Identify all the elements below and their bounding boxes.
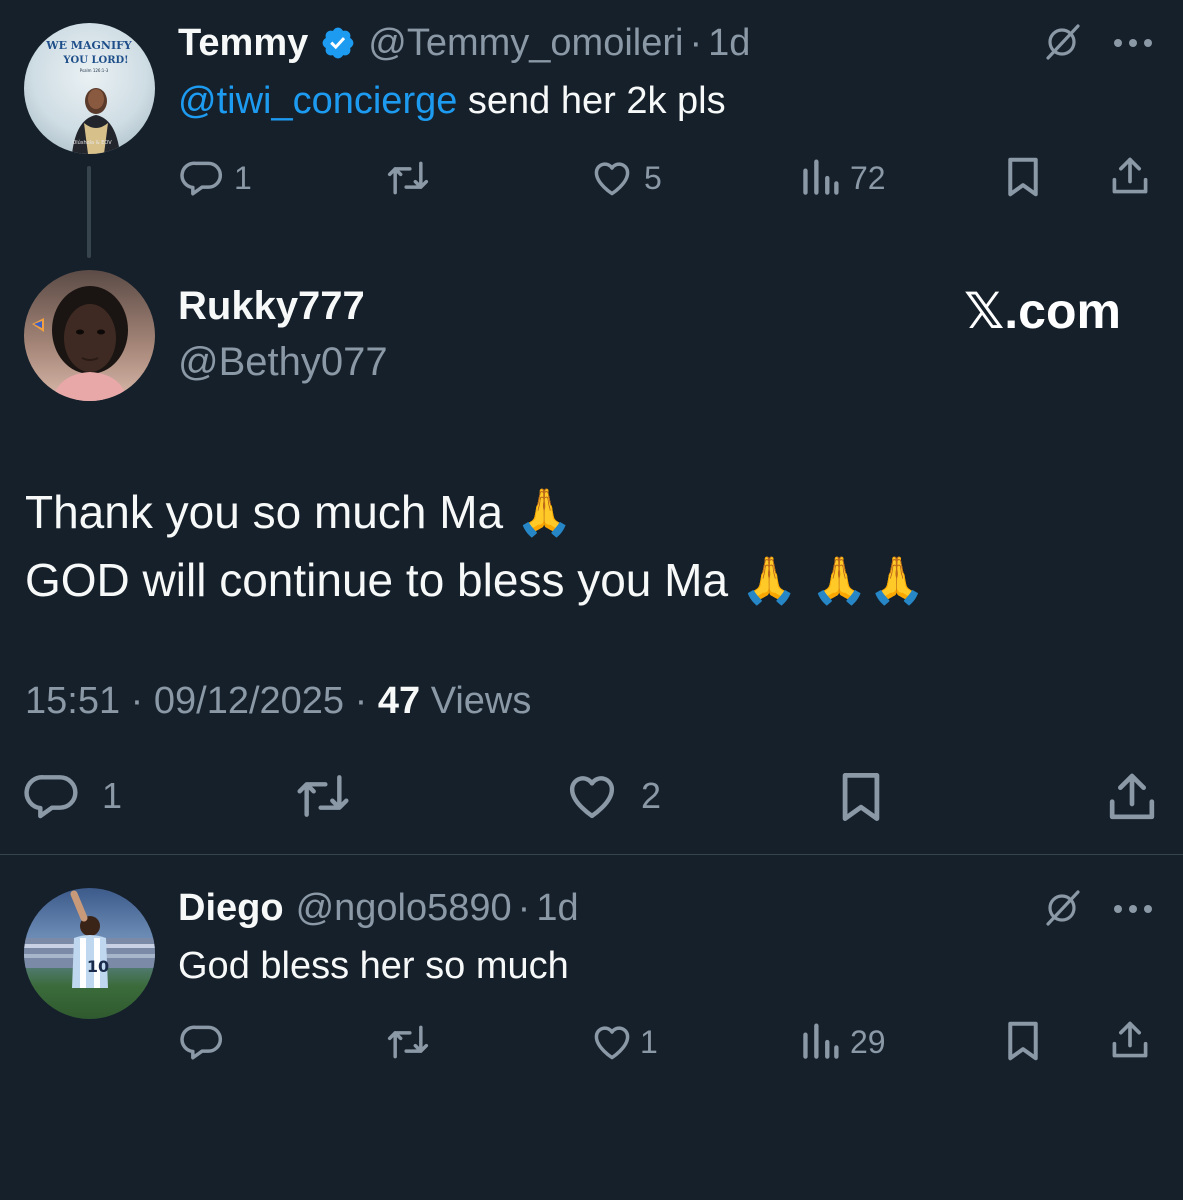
repost-icon (384, 1020, 432, 1064)
reply-icon (24, 768, 80, 824)
like-count: 5 (644, 159, 662, 196)
x-com-watermark: 𝕏.com (964, 283, 1121, 339)
jersey-number-text: 10 (87, 957, 109, 976)
timestamp[interactable]: 1d (536, 887, 578, 930)
like-button[interactable]: 5 (590, 156, 662, 200)
reply-button[interactable] (180, 1020, 224, 1064)
reply1-text: @tiwi_concierge send her 2k pls (178, 80, 726, 123)
grok-icon[interactable] (1042, 888, 1082, 933)
like-button[interactable]: 1 (590, 1020, 658, 1064)
more-icon[interactable] (1112, 902, 1154, 920)
reply-icon (180, 156, 224, 200)
views-icon (800, 1020, 840, 1064)
share-button[interactable] (1104, 768, 1160, 826)
avatar-temmy[interactable]: WE MAGNIFY YOU LORD! Psalm 126:1-3 Olúsh… (24, 23, 155, 154)
author-handle[interactable]: @ngolo5890 (296, 887, 512, 930)
reply-count: 1 (234, 159, 252, 196)
views-icon (800, 156, 840, 200)
views-count: 47 (377, 680, 421, 722)
bookmark-icon (1003, 1019, 1043, 1063)
grok-icon[interactable] (1042, 22, 1082, 67)
main-tweet-line1: Thank you so much Ma 🙏 (25, 486, 574, 538)
share-button[interactable] (1108, 154, 1152, 198)
main-tweet-line2: GOD will continue to bless you Ma 🙏 🙏🙏 (25, 554, 926, 606)
avatar-portrait (32, 286, 128, 401)
avatar-footer-text: Olúshola & EOV (72, 139, 112, 146)
verified-badge-icon (320, 25, 356, 61)
views-count: 72 (850, 159, 886, 196)
like-icon (590, 1020, 634, 1064)
avatar-text-line3: Psalm 126:1-3 (80, 68, 109, 73)
post-date[interactable]: 09/12/2025 (154, 680, 344, 722)
like-button[interactable]: 2 (563, 770, 661, 822)
main-tweet-text: Thank you so much Ma 🙏 GOD will continue… (25, 478, 925, 614)
main-tweet-meta: 15:51 · 09/12/2025 · 47 Views (25, 680, 531, 723)
reply-icon (180, 1020, 224, 1064)
reply2-text: God bless her so much (178, 945, 569, 987)
repost-button[interactable] (384, 1020, 432, 1064)
avatar-diego[interactable]: 10 (24, 888, 155, 1019)
reply2-header: Diego @ngolo5890 · 1d (178, 885, 579, 931)
like-icon (590, 156, 634, 200)
reply-count: 1 (102, 775, 123, 816)
reply1-header: Temmy @Temmy_omoileri · 1d (178, 20, 750, 66)
author-name[interactable]: Rukky777 (178, 284, 365, 328)
share-icon (1108, 154, 1152, 198)
author-name[interactable]: Diego (178, 887, 284, 930)
separator-dot: · (130, 680, 144, 722)
post-time[interactable]: 15:51 (25, 680, 120, 722)
like-icon (563, 768, 621, 824)
avatar-rukky[interactable] (24, 270, 155, 401)
author-handle[interactable]: @Temmy_omoileri (368, 22, 683, 65)
views-label[interactable]: Views (431, 680, 532, 722)
avatar-text-line2: YOU LORD! (62, 55, 128, 66)
bookmark-button[interactable] (1003, 1019, 1043, 1063)
reply1-body: send her 2k pls (457, 80, 726, 122)
views-button[interactable]: 29 (800, 1020, 886, 1064)
views-count: 29 (850, 1023, 886, 1060)
avatar-text-line1: WE MAGNIFY (45, 39, 132, 52)
bookmark-button[interactable] (836, 768, 886, 826)
like-count: 1 (640, 1023, 658, 1060)
timestamp[interactable]: 1d (708, 22, 750, 65)
share-icon (1108, 1018, 1152, 1062)
divider (0, 854, 1183, 855)
like-count: 2 (641, 775, 662, 816)
main-author-name[interactable]: Rukky777 (178, 284, 365, 329)
repost-button[interactable] (292, 770, 354, 822)
views-button[interactable]: 72 (800, 156, 886, 200)
repost-icon (292, 768, 354, 824)
main-author-handle[interactable]: @Bethy077 (178, 340, 388, 385)
share-button[interactable] (1108, 1018, 1152, 1062)
reply-button[interactable]: 1 (24, 770, 122, 822)
separator-dot: · (354, 680, 368, 722)
bookmark-icon (836, 768, 886, 826)
separator-dot: · (517, 886, 531, 929)
share-icon (1104, 768, 1160, 826)
avatar-artwork: WE MAGNIFY YOU LORD! Psalm 126:1-3 Olúsh… (45, 39, 132, 154)
thread-connector-line (87, 166, 91, 258)
avatar-photo: 10 (24, 890, 155, 988)
bookmark-icon (1003, 155, 1043, 199)
repost-button[interactable] (384, 156, 432, 200)
mention-link[interactable]: @tiwi_concierge (178, 80, 457, 122)
more-icon[interactable] (1112, 36, 1154, 54)
separator-dot: · (689, 21, 703, 64)
author-name[interactable]: Temmy (178, 22, 308, 65)
repost-icon (384, 156, 432, 200)
reply-button[interactable]: 1 (180, 156, 252, 200)
bookmark-button[interactable] (1003, 155, 1043, 199)
